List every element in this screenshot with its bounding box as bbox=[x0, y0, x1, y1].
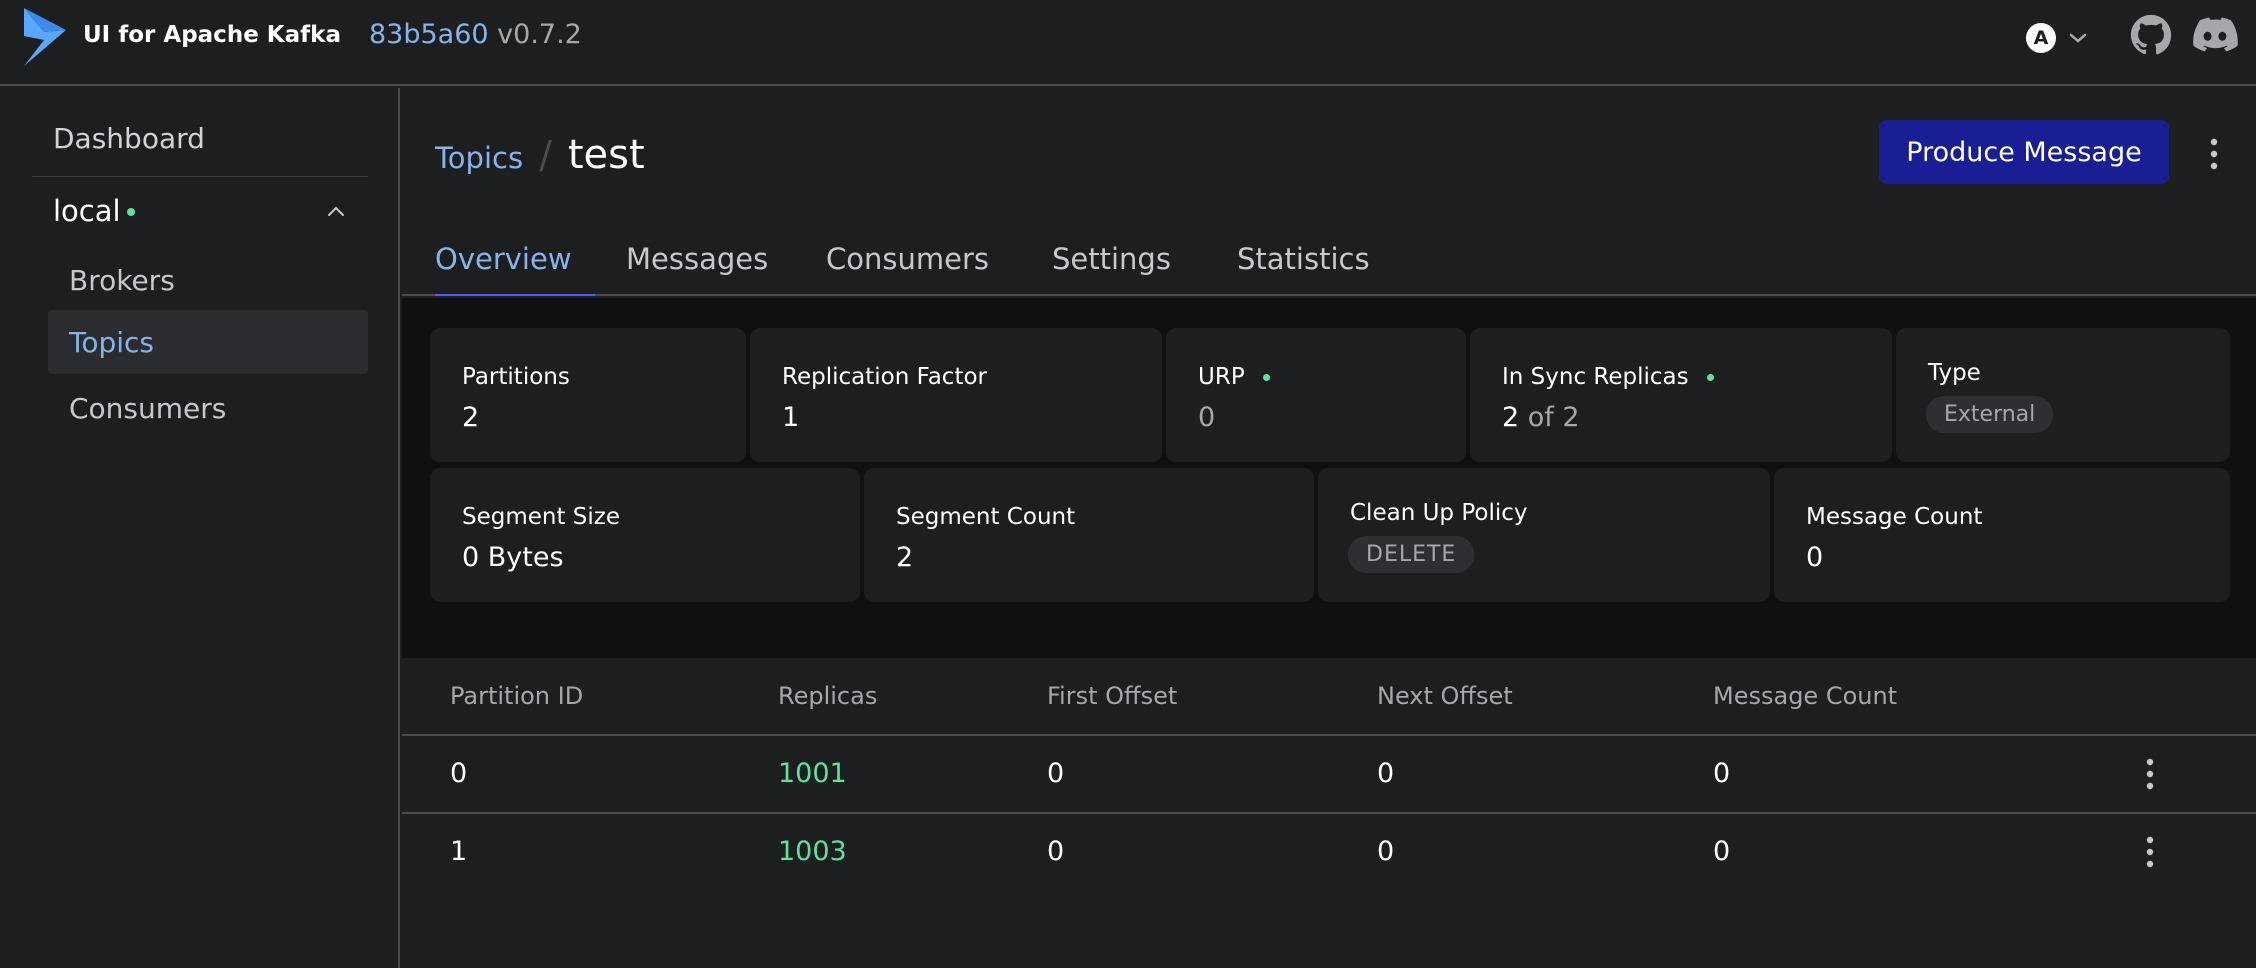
stat-type: Type External bbox=[1896, 328, 2230, 462]
stat-label: URP bbox=[1198, 364, 1270, 390]
table-row: 1 1003 0 0 0 bbox=[402, 814, 2256, 892]
stat-value: 0 bbox=[1806, 542, 1824, 573]
column-header-first-offset[interactable]: First Offset bbox=[1047, 682, 1177, 710]
stat-label-text: URP bbox=[1198, 364, 1245, 390]
stat-label: Segment Size bbox=[462, 504, 621, 530]
app-title[interactable]: UI for Apache Kafka bbox=[83, 22, 341, 48]
sidebar-divider bbox=[32, 176, 368, 177]
topic-stats: Partitions 2 Replication Factor 1 URP 0 … bbox=[402, 298, 2256, 658]
page-title: test bbox=[567, 132, 645, 178]
stat-cleanup-policy: Clean Up Policy DELETE bbox=[1318, 468, 1770, 602]
cleanup-policy-tag: DELETE bbox=[1348, 536, 1475, 573]
stat-segment-count: Segment Count 2 bbox=[864, 468, 1314, 602]
chevron-down-icon bbox=[2069, 33, 2087, 43]
partitions-table: Partition ID Replicas First Offset Next … bbox=[402, 658, 2256, 892]
top-navbar: UI for Apache Kafka 83b5a60 v0.7.2 A bbox=[0, 0, 2256, 86]
app-version: 83b5a60 v0.7.2 bbox=[369, 19, 582, 50]
main-content: Topics / test Produce Message Overview M… bbox=[402, 88, 2256, 968]
cell-replicas-link[interactable]: 1001 bbox=[778, 758, 847, 789]
breadcrumb-separator: / bbox=[539, 133, 552, 177]
sidebar-item-brokers[interactable]: Brokers bbox=[48, 248, 368, 312]
more-options-icon[interactable] bbox=[2202, 134, 2226, 174]
cell-next-offset: 0 bbox=[1377, 836, 1395, 867]
chevron-up-icon[interactable] bbox=[324, 200, 348, 224]
column-header-partition-id[interactable]: Partition ID bbox=[450, 682, 583, 710]
stat-value: 0 Bytes bbox=[462, 542, 564, 573]
type-tag: External bbox=[1926, 396, 2054, 433]
stat-urp: URP 0 bbox=[1166, 328, 1466, 462]
row-more-options-icon[interactable] bbox=[2138, 754, 2162, 794]
table-header: Partition ID Replicas First Offset Next … bbox=[402, 658, 2256, 736]
stat-replication-factor: Replication Factor 1 bbox=[750, 328, 1162, 462]
stat-value: 0 bbox=[1198, 402, 1216, 433]
sidebar-item-topics[interactable]: Topics bbox=[48, 310, 368, 374]
produce-message-button[interactable]: Produce Message bbox=[1879, 120, 2169, 184]
stat-partitions: Partitions 2 bbox=[430, 328, 746, 462]
tab-statistics[interactable]: Statistics bbox=[1237, 236, 1370, 296]
stat-value: 2 bbox=[462, 402, 480, 433]
column-header-replicas[interactable]: Replicas bbox=[778, 682, 877, 710]
tab-overview[interactable]: Overview bbox=[435, 236, 595, 296]
stat-message-count: Message Count 0 bbox=[1774, 468, 2230, 602]
user-menu[interactable]: A bbox=[2026, 20, 2090, 56]
stat-label: In Sync Replicas bbox=[1502, 364, 1714, 390]
topic-tabs: Overview Messages Consumers Settings Sta… bbox=[402, 236, 2256, 296]
in-sync-count: 2 bbox=[1502, 402, 1520, 433]
tab-settings[interactable]: Settings bbox=[1052, 236, 1171, 296]
cell-partition-id: 1 bbox=[450, 836, 468, 867]
status-dot bbox=[1706, 374, 1714, 381]
tab-messages[interactable]: Messages bbox=[626, 236, 768, 296]
breadcrumb-topics-link[interactable]: Topics bbox=[435, 141, 523, 175]
cell-message-count: 0 bbox=[1713, 758, 1731, 789]
column-header-message-count[interactable]: Message Count bbox=[1713, 682, 1897, 710]
stat-segment-size: Segment Size 0 Bytes bbox=[430, 468, 860, 602]
cluster-status-dot bbox=[127, 208, 135, 216]
sidebar: Dashboard local Brokers Topics Consumers bbox=[0, 88, 400, 968]
row-more-options-icon[interactable] bbox=[2138, 832, 2162, 872]
stat-value: 2 bbox=[896, 542, 914, 573]
cell-first-offset: 0 bbox=[1047, 836, 1065, 867]
sidebar-cluster-local[interactable]: local bbox=[32, 188, 368, 236]
column-header-next-offset[interactable]: Next Offset bbox=[1377, 682, 1513, 710]
cell-message-count: 0 bbox=[1713, 836, 1731, 867]
stat-label: Replication Factor bbox=[782, 364, 987, 390]
stat-label: Type bbox=[1928, 360, 1981, 386]
version-number: v0.7.2 bbox=[497, 19, 582, 50]
github-icon[interactable] bbox=[2130, 14, 2172, 56]
sidebar-item-dashboard[interactable]: Dashboard bbox=[53, 122, 205, 155]
tab-consumers[interactable]: Consumers bbox=[826, 236, 989, 296]
breadcrumb: Topics / test bbox=[435, 132, 645, 178]
stat-value: 2 of 2 bbox=[1502, 402, 1580, 433]
stat-label: Segment Count bbox=[896, 504, 1076, 530]
kafka-logo-icon[interactable] bbox=[20, 6, 70, 68]
cell-replicas-link[interactable]: 1003 bbox=[778, 836, 847, 867]
sidebar-item-consumers[interactable]: Consumers bbox=[48, 376, 368, 440]
cell-next-offset: 0 bbox=[1377, 758, 1395, 789]
version-hash-link[interactable]: 83b5a60 bbox=[369, 19, 489, 50]
in-sync-total: of 2 bbox=[1527, 402, 1580, 433]
discord-icon[interactable] bbox=[2192, 16, 2238, 54]
cell-first-offset: 0 bbox=[1047, 758, 1065, 789]
stat-label: Clean Up Policy bbox=[1350, 500, 1528, 526]
cell-partition-id: 0 bbox=[450, 758, 468, 789]
stat-label: Message Count bbox=[1806, 504, 1983, 530]
stat-in-sync-replicas: In Sync Replicas 2 of 2 bbox=[1470, 328, 1892, 462]
stat-label: Partitions bbox=[462, 364, 570, 390]
table-row: 0 1001 0 0 0 bbox=[402, 736, 2256, 814]
user-avatar: A bbox=[2026, 23, 2056, 53]
stat-label-text: In Sync Replicas bbox=[1502, 364, 1689, 390]
stat-value: 1 bbox=[782, 402, 800, 433]
status-dot bbox=[1262, 374, 1270, 381]
cluster-name: local bbox=[53, 194, 121, 228]
